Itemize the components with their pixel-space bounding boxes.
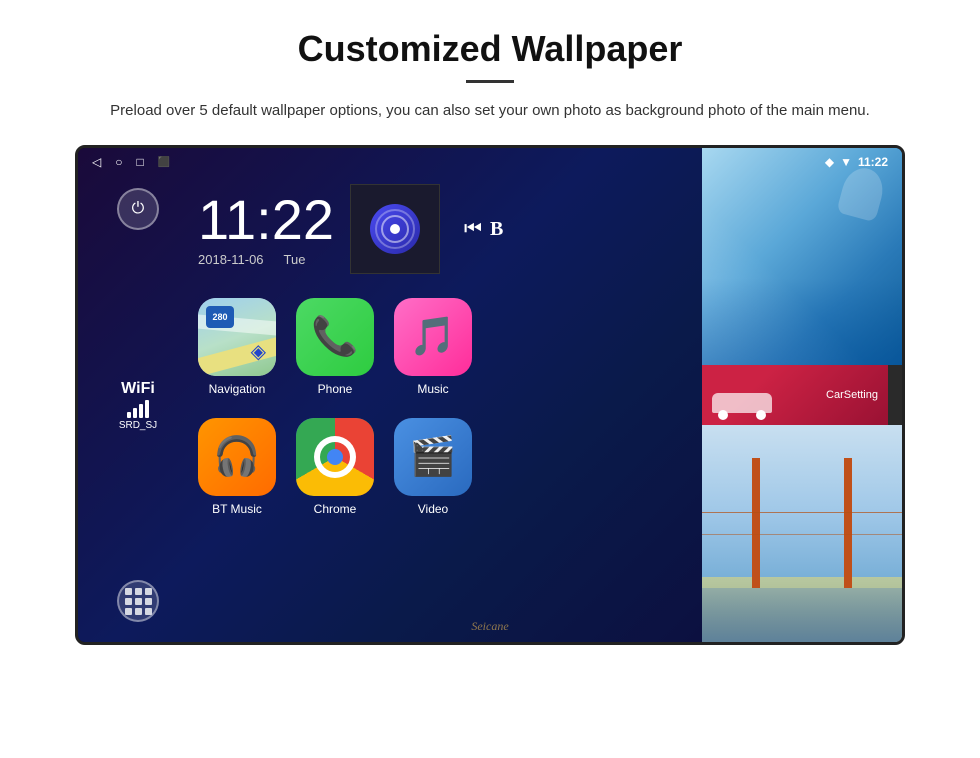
music-app[interactable]: 🎵 Music	[394, 298, 472, 396]
nav-badge: 280	[206, 306, 234, 328]
navigation-label: Navigation	[209, 382, 266, 396]
nav-pin-icon: ◈	[251, 339, 266, 364]
clock-time: 11:22	[198, 192, 334, 248]
phone-app[interactable]: 📞 Phone	[296, 298, 374, 396]
wifi-signal-icon: ▼	[840, 155, 852, 169]
dot-8	[135, 608, 142, 615]
media-controls: ⏮ B	[464, 218, 503, 241]
page-title: Customized Wallpaper	[298, 28, 683, 70]
music-icon: 🎵	[394, 298, 472, 376]
dot-4	[125, 598, 132, 605]
ring-center	[390, 224, 400, 234]
dot-9	[145, 608, 152, 615]
chrome-ring	[314, 436, 356, 478]
chrome-app[interactable]: Chrome	[296, 418, 374, 516]
chrome-center	[327, 449, 343, 465]
location-icon: ◆	[825, 155, 834, 169]
status-left: ◁ ○ □ ⬛	[92, 155, 170, 170]
phone-icon: 📞	[296, 298, 374, 376]
nav-badge-number: 280	[212, 313, 227, 322]
wifi-bar-2	[133, 408, 137, 418]
music-symbol: 🎵	[409, 315, 456, 359]
title-divider	[466, 80, 514, 83]
apps-grid-icon	[125, 588, 152, 615]
status-time: 11:22	[858, 155, 888, 169]
device-screen: ◁ ○ □ ⬛ ◆ ▼ 11:22 ⏻ WiFi	[75, 145, 905, 645]
bt-icon: 🎧	[198, 418, 276, 496]
media-widget	[350, 184, 440, 274]
wallpaper-previews: CarSetting	[702, 148, 902, 642]
clock-date: 2018-11-06 Tue	[198, 252, 334, 267]
navigation-icon: 280 ◈	[198, 298, 276, 376]
clock-date-value: 2018-11-06	[198, 252, 264, 267]
video-symbol: 🎬	[409, 435, 456, 479]
car-setting-preview: CarSetting	[702, 365, 888, 425]
watermark: Seicane	[471, 619, 508, 634]
wallpaper-car: CarSetting	[702, 365, 902, 425]
recents-icon: □	[136, 155, 143, 170]
bt-symbol: 🎧	[213, 435, 260, 479]
video-icon: 🎬	[394, 418, 472, 496]
left-sidebar: ⏻ WiFi SRD_SJ	[78, 148, 198, 642]
btmusic-label: BT Music	[212, 502, 262, 516]
bridge-tower-left	[752, 458, 760, 588]
dot-7	[125, 608, 132, 615]
bridge-cable-main	[702, 512, 902, 513]
status-right: ◆ ▼ 11:22	[825, 155, 888, 169]
media-icon	[370, 204, 420, 254]
music-label: Music	[417, 382, 448, 396]
home-icon: ○	[115, 155, 122, 170]
car-silhouette	[712, 393, 772, 413]
screenshot-icon: ⬛	[158, 157, 170, 168]
wallpaper-ice	[702, 148, 902, 365]
android-screen: ◁ ○ □ ⬛ ◆ ▼ 11:22 ⏻ WiFi	[78, 148, 902, 642]
chrome-label: Chrome	[314, 502, 357, 516]
wifi-widget: WiFi SRD_SJ	[119, 380, 157, 431]
clock-day: Tue	[284, 252, 306, 267]
page-container: Customized Wallpaper Preload over 5 defa…	[0, 0, 980, 758]
bridge-water	[702, 588, 902, 642]
video-app[interactable]: 🎬 Video	[394, 418, 472, 516]
wallpaper-bridge	[702, 425, 902, 642]
apps-button[interactable]	[117, 580, 159, 622]
track-b-label: B	[490, 218, 503, 241]
btmusic-app[interactable]: 🎧 BT Music	[198, 418, 276, 516]
power-button[interactable]: ⏻	[117, 188, 159, 230]
car-setting-text: CarSetting	[826, 389, 878, 401]
phone-label: Phone	[318, 382, 353, 396]
wifi-bar-4	[145, 400, 149, 418]
chrome-icon	[296, 418, 374, 496]
prev-track-icon[interactable]: ⏮	[464, 218, 482, 241]
dot-2	[135, 588, 142, 595]
dot-3	[145, 588, 152, 595]
bridge-tower-right	[844, 458, 852, 588]
dot-1	[125, 588, 132, 595]
phone-symbol: 📞	[311, 315, 358, 359]
power-icon: ⏻	[132, 200, 145, 218]
back-icon: ◁	[92, 155, 101, 170]
wifi-bar-1	[127, 412, 131, 418]
chrome-inner-ring	[320, 442, 350, 472]
page-description: Preload over 5 default wallpaper options…	[110, 99, 870, 123]
bridge-cable-2	[702, 534, 902, 535]
wifi-ssid: SRD_SJ	[119, 420, 157, 431]
wifi-label: WiFi	[121, 380, 155, 398]
clock-widget: 11:22 2018-11-06 Tue	[198, 192, 334, 267]
wifi-bar-3	[139, 404, 143, 418]
navigation-app[interactable]: 280 ◈ Navigation	[198, 298, 276, 396]
dot-5	[135, 598, 142, 605]
ice-gradient	[702, 278, 902, 365]
wifi-bars	[127, 400, 149, 418]
video-label: Video	[418, 502, 448, 516]
dot-6	[145, 598, 152, 605]
status-bar: ◁ ○ □ ⬛ ◆ ▼ 11:22	[78, 148, 902, 176]
